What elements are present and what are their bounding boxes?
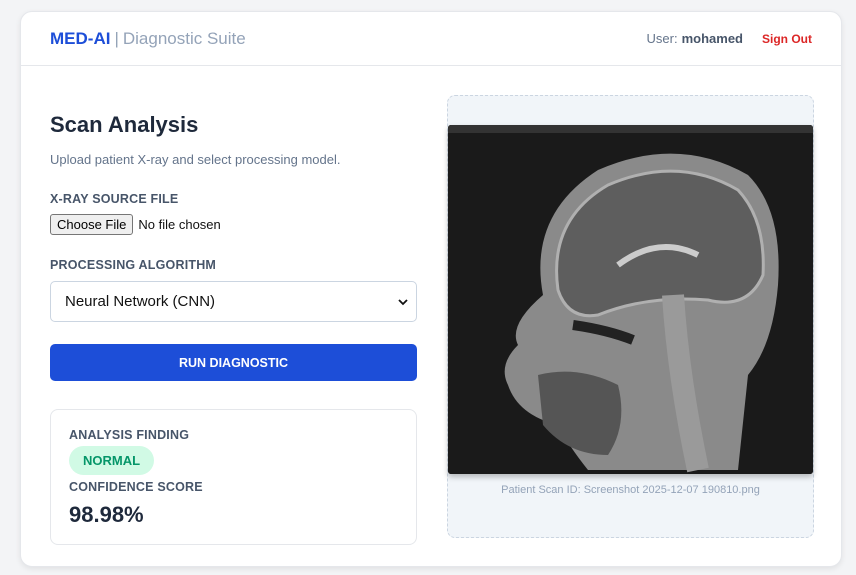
user-label: User: (646, 31, 678, 46)
file-status: No file chosen (138, 217, 221, 232)
choose-file-button[interactable]: Choose File (50, 214, 134, 235)
run-diagnostic-button[interactable]: RUN DIAGNOSTIC (50, 344, 417, 381)
sign-out-link[interactable]: Sign Out (762, 32, 812, 46)
status-badge: NORMAL (69, 446, 155, 475)
scan-form: Scan Analysis Upload patient X-ray and s… (50, 112, 417, 545)
mri-scan-image (448, 125, 813, 474)
algorithm-value: Neural Network (CNN) (65, 293, 216, 310)
username: mohamed (681, 31, 743, 46)
finding-label: ANALYSIS FINDING (69, 428, 190, 442)
file-label: X-RAY SOURCE FILE (50, 192, 179, 206)
algorithm-select[interactable]: Neural Network (CNN) (50, 281, 417, 322)
header: MED-AI | Diagnostic Suite User: mohamed Sign… (21, 12, 841, 66)
chevron-down-icon (398, 298, 408, 305)
main-card: MED-AI | Diagnostic Suite User: mohamed Sign… (20, 11, 842, 567)
suite-name: Diagnostic Suite (122, 28, 246, 48)
algorithm-label: PROCESSING ALGORITHM (50, 258, 217, 272)
page-title: Scan Analysis (50, 112, 199, 137)
app-title: MED-AI | Diagnostic Suite (50, 29, 246, 49)
confidence-label: CONFIDENCE SCORE (69, 480, 203, 494)
separator: | (114, 28, 119, 48)
patient-scan-id: Patient Scan ID: Screenshot 2025-12-07 1… (501, 484, 760, 496)
result-panel: ANALYSIS FINDING NORMAL CONFIDENCE SCORE… (50, 409, 417, 545)
page-subtitle: Upload patient X-ray and select processi… (50, 152, 341, 167)
brand-logo: MED-AI (50, 28, 111, 48)
file-input[interactable]: Choose File No file chosen (50, 214, 417, 235)
confidence-score: 98.98% (69, 502, 144, 527)
user-info: User: mohamed Sign Out (647, 31, 812, 46)
scan-image (448, 125, 813, 474)
scan-preview-panel: Patient Scan ID: Screenshot 2025-12-07 1… (447, 95, 814, 538)
